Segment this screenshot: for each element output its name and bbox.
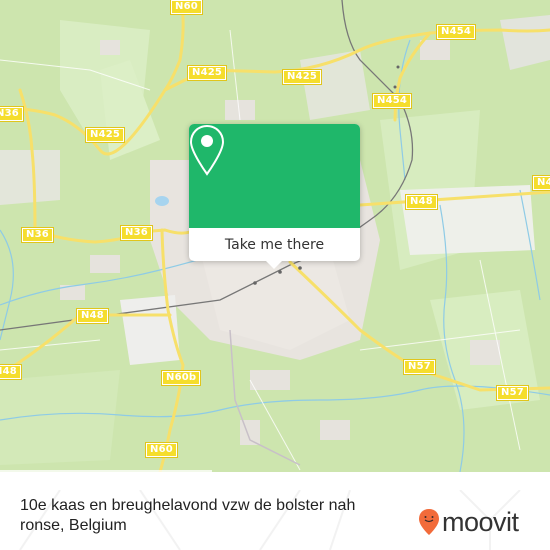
road-label: N36 <box>21 227 54 243</box>
road-label: N48 <box>0 364 22 380</box>
road-label: N57 <box>496 385 529 401</box>
road-label: N36 <box>120 225 153 241</box>
road-label: N48 <box>76 308 109 324</box>
take-me-there-button[interactable]: Take me there <box>189 228 360 261</box>
map-view[interactable]: N60 N454 N425 N425 N36 N425 N454 N4 N48 … <box>0 0 550 472</box>
map-attribution[interactable]: © OpenStreetMap contributors <box>0 470 212 472</box>
moovit-pin-icon <box>419 509 439 535</box>
brand-name: moovit <box>442 507 519 537</box>
road-label: N425 <box>186 65 228 81</box>
road-label: N454 <box>435 24 477 40</box>
popup-pointer <box>265 260 283 269</box>
place-name: 10e kaas en breughelavond vzw de bolster… <box>20 497 356 534</box>
road-label: N57 <box>403 359 436 375</box>
road-label: N4 <box>532 175 550 191</box>
road-label: N36 <box>0 106 24 122</box>
moovit-logo: moovit <box>418 508 519 536</box>
location-popup: Take me there <box>189 124 360 269</box>
footer: 10e kaas en breughelavond vzw de bolster… <box>0 490 550 550</box>
road-label: N60 <box>170 0 203 15</box>
road-label: N425 <box>281 69 323 85</box>
road-label: N60 <box>145 442 178 458</box>
road-label: N60b <box>160 370 202 386</box>
road-label: N454 <box>371 93 413 109</box>
road-label: N48 <box>405 194 438 210</box>
popup-header <box>189 124 360 228</box>
road-label: N425 <box>84 127 126 143</box>
location-pin-icon <box>189 124 225 176</box>
